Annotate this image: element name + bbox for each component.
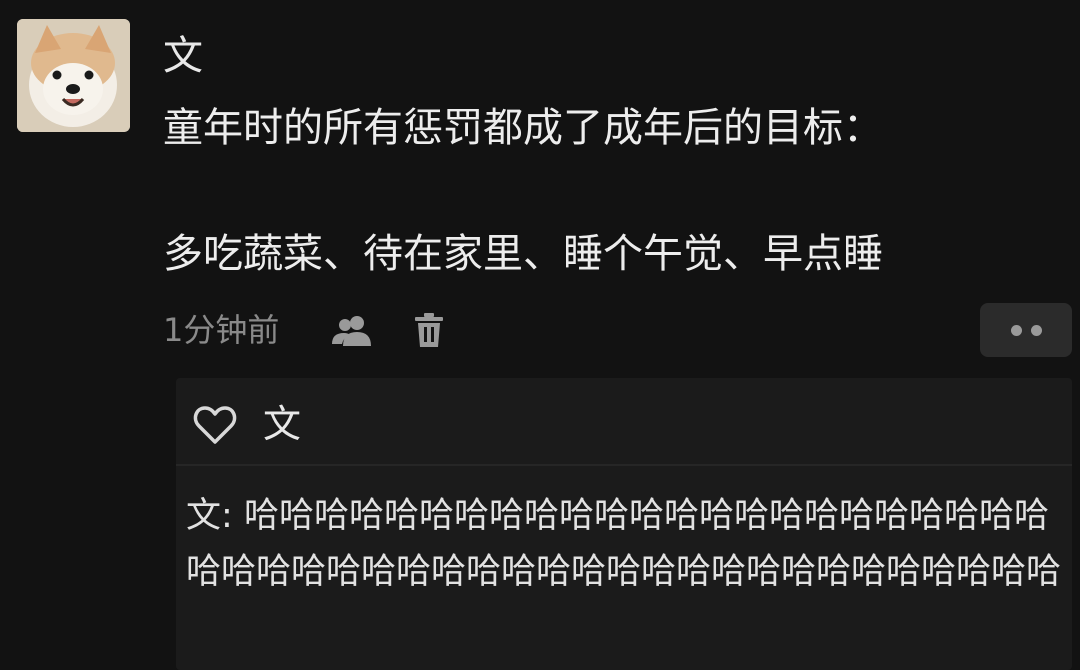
comment-separator: : [221, 496, 244, 536]
comment-text: 哈哈哈哈哈哈哈哈哈哈哈哈哈哈哈哈哈哈哈哈哈哈哈哈哈哈哈哈哈哈哈哈哈哈哈哈哈哈哈哈… [186, 496, 1062, 592]
more-dots-icon [1031, 325, 1042, 336]
liker-name[interactable]: 文 [263, 400, 301, 448]
avatar[interactable] [17, 19, 130, 132]
more-dots-icon [1011, 325, 1022, 336]
people-icon[interactable] [330, 314, 376, 346]
more-button[interactable] [980, 303, 1072, 357]
comment-item[interactable]: 文: 哈哈哈哈哈哈哈哈哈哈哈哈哈哈哈哈哈哈哈哈哈哈哈哈哈哈哈哈哈哈哈哈哈哈哈哈哈… [186, 488, 1066, 600]
interaction-panel: 文 文: 哈哈哈哈哈哈哈哈哈哈哈哈哈哈哈哈哈哈哈哈哈哈哈哈哈哈哈哈哈哈哈哈哈哈哈… [176, 378, 1072, 670]
post-text-line-2: 多吃蔬菜、待在家里、睡个午觉、早点睡 [163, 231, 883, 277]
trash-icon[interactable] [413, 312, 445, 348]
post-text-line-1: 童年时的所有惩罚都成了成年后的目标： [163, 105, 883, 151]
timestamp: 1分钟前 [163, 311, 280, 349]
divider [176, 464, 1072, 466]
moments-post: 文 童年时的所有惩罚都成了成年后的目标： 多吃蔬菜、待在家里、睡个午觉、早点睡 … [0, 0, 1080, 670]
post-author[interactable]: 文 [163, 30, 203, 82]
dog-avatar-icon [17, 19, 130, 132]
likes-row: 文 [176, 378, 1072, 466]
heart-icon [193, 406, 237, 444]
comment-author[interactable]: 文 [186, 496, 221, 536]
